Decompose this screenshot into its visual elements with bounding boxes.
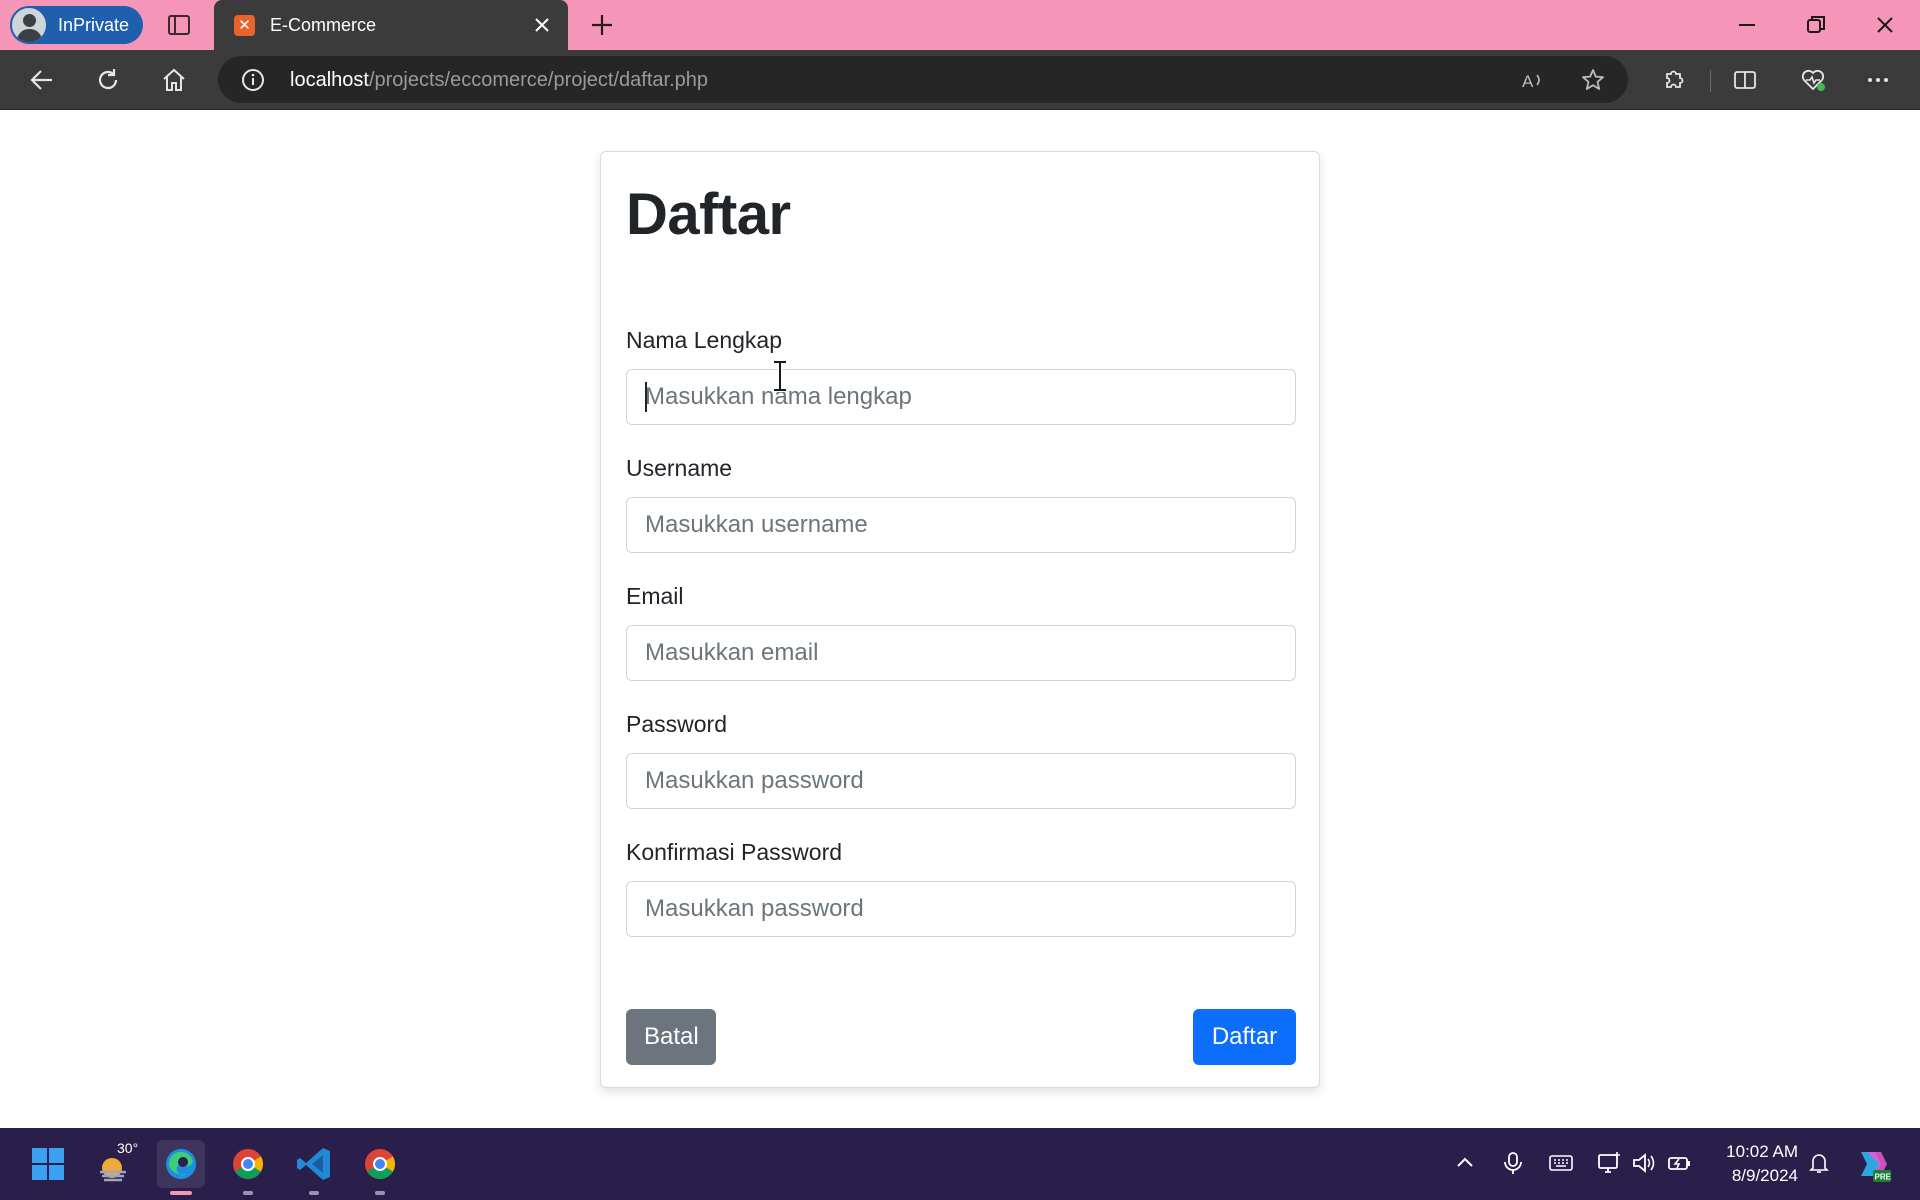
clock-date: 8/9/2024 xyxy=(1731,1166,1798,1185)
confirm-password-input[interactable] xyxy=(626,881,1296,937)
show-hidden-icons-icon[interactable] xyxy=(1452,1150,1478,1176)
network-icon[interactable] xyxy=(1596,1150,1622,1176)
read-aloud-icon[interactable]: A xyxy=(1520,67,1546,93)
url-text[interactable]: localhost/projects/eccomerce/project/daf… xyxy=(290,69,708,92)
text-caret xyxy=(645,382,647,412)
clock-time: 10:02 AM xyxy=(1726,1142,1798,1161)
ibeam-cursor-icon xyxy=(774,360,786,392)
chrome-icon[interactable] xyxy=(356,1140,404,1188)
page-title: Daftar xyxy=(626,182,791,247)
register-card: Daftar Nama Lengkap Username Email Passw… xyxy=(600,151,1320,1088)
start-icon[interactable] xyxy=(24,1140,72,1188)
vscode-icon[interactable] xyxy=(290,1140,338,1188)
site-info-icon[interactable] xyxy=(240,67,266,93)
svg-text:A: A xyxy=(1522,72,1534,91)
password-label: Password xyxy=(626,711,727,737)
email-input[interactable] xyxy=(626,625,1296,681)
refresh-icon[interactable] xyxy=(94,66,122,94)
extensions-icon[interactable] xyxy=(1659,66,1687,94)
inprivate-label: InPrivate xyxy=(58,14,130,35)
home-icon[interactable] xyxy=(160,66,188,94)
new-tab-icon[interactable] xyxy=(588,11,616,39)
email-label: Email xyxy=(626,583,684,609)
url-host: localhost xyxy=(290,69,369,91)
tab-title: E-Commerce xyxy=(270,15,377,35)
xampp-favicon-icon: ✕ xyxy=(234,15,255,36)
edge-taskbar-button[interactable] xyxy=(157,1140,205,1188)
close-tab-icon[interactable] xyxy=(530,13,554,37)
confirm-password-label: Konfirmasi Password xyxy=(626,839,843,865)
inprivate-profile-button[interactable]: InPrivate xyxy=(10,6,143,44)
back-icon[interactable] xyxy=(28,66,56,94)
cancel-button[interactable]: Batal xyxy=(626,1009,716,1065)
svg-text:PRE: PRE xyxy=(1875,1173,1892,1182)
minimize-icon[interactable] xyxy=(1733,11,1761,39)
copilot-icon[interactable]: PRE xyxy=(1847,1140,1895,1188)
close-window-icon[interactable] xyxy=(1871,11,1899,39)
username-label: Username xyxy=(626,455,733,481)
url-path: /projects/eccomerce/project/daftar.php xyxy=(368,69,708,91)
toolbar-separator xyxy=(1710,70,1711,92)
favorite-star-icon[interactable] xyxy=(1580,67,1606,93)
browser-title-bar: InPrivate ✕ E-Commerce xyxy=(0,0,1920,50)
full-name-label: Nama Lengkap xyxy=(626,327,782,353)
edge-active-indicator xyxy=(170,1191,192,1195)
chrome-running-indicator xyxy=(243,1191,253,1195)
keyboard-icon[interactable] xyxy=(1548,1150,1574,1176)
profile-avatar-icon xyxy=(10,6,48,44)
windows-taskbar: 30° 10:02 AM 8/9/2024 PRE xyxy=(0,1128,1920,1200)
tab-ecommerce[interactable]: ✕ E-Commerce xyxy=(214,0,568,50)
split-screen-icon[interactable] xyxy=(1731,66,1759,94)
register-button[interactable]: Daftar xyxy=(1193,1009,1296,1065)
address-bar[interactable]: localhost/projects/eccomerce/project/daf… xyxy=(218,56,1628,103)
battery-icon[interactable] xyxy=(1666,1150,1692,1176)
password-input[interactable] xyxy=(626,753,1296,809)
chrome2-running-indicator xyxy=(375,1191,385,1195)
volume-icon[interactable] xyxy=(1631,1150,1657,1176)
weather-temperature: 30° xyxy=(117,1140,139,1156)
vscode-running-indicator xyxy=(309,1191,319,1195)
tab-actions-icon[interactable] xyxy=(165,11,193,39)
microphone-icon[interactable] xyxy=(1500,1150,1526,1176)
edge-icon xyxy=(166,1149,196,1179)
chrome-icon[interactable] xyxy=(224,1140,272,1188)
full-name-input[interactable] xyxy=(626,369,1296,425)
browser-essentials-icon[interactable] xyxy=(1799,66,1827,94)
username-input[interactable] xyxy=(626,497,1296,553)
browser-toolbar: localhost/projects/eccomerce/project/daf… xyxy=(0,50,1920,110)
more-options-icon[interactable] xyxy=(1864,66,1892,94)
restore-icon[interactable] xyxy=(1802,11,1830,39)
system-clock[interactable]: 10:02 AM 8/9/2024 xyxy=(1726,1140,1798,1188)
notifications-icon[interactable] xyxy=(1806,1150,1832,1176)
